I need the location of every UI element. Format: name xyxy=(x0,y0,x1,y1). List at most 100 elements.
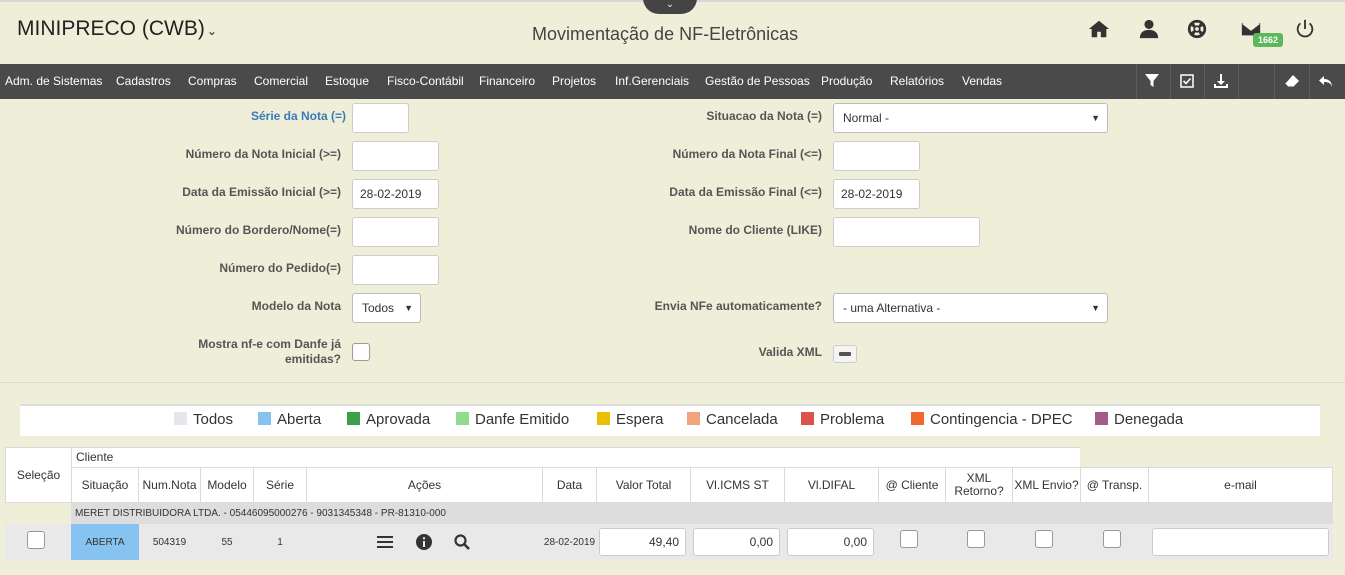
power-icon[interactable] xyxy=(1294,18,1316,40)
legend-swatch xyxy=(347,412,360,425)
legend-espera[interactable]: Espera xyxy=(597,411,664,428)
data-final-input[interactable]: 28-02-2019 xyxy=(833,179,920,209)
legend-todos[interactable]: Todos xyxy=(174,411,233,428)
row-icms-st-input[interactable]: 0,00 xyxy=(693,528,780,556)
row-email-input[interactable] xyxy=(1152,528,1329,556)
modelo-select[interactable]: Todos ▼ xyxy=(352,293,421,323)
row-num-nota: 504319 xyxy=(152,536,187,548)
download-icon[interactable] xyxy=(1213,73,1229,89)
pedido-label: Número do Pedido(=) xyxy=(219,261,341,275)
numero-final-input[interactable] xyxy=(833,141,920,171)
legend-swatch xyxy=(597,412,610,425)
numero-final-label: Número da Nota Final (<=) xyxy=(672,147,822,161)
menu-financeiro[interactable]: Financeiro xyxy=(479,64,535,99)
bordero-label: Número do Bordero/Nome(=) xyxy=(175,223,341,237)
menu-list-icon[interactable] xyxy=(376,533,394,551)
row-serie: 1 xyxy=(277,536,283,548)
menu-producao[interactable]: Produção xyxy=(821,64,872,99)
bordero-input[interactable] xyxy=(352,217,439,247)
row-xml-retorno-checkbox[interactable] xyxy=(967,530,985,548)
menu-vendas[interactable]: Vendas xyxy=(962,64,1002,99)
check-square-icon[interactable] xyxy=(1179,73,1195,89)
envia-select[interactable]: - uma Alternativa - ▼ xyxy=(833,293,1108,323)
collapse-header-toggle[interactable]: ⌄ xyxy=(643,0,697,14)
dropdown-arrow-icon: ▼ xyxy=(1091,303,1100,313)
data-inicial-label: Data da Emissão Inicial (>=) xyxy=(182,185,341,199)
situacao-select[interactable]: Normal - ▼ xyxy=(833,103,1108,133)
row-modelo: 55 xyxy=(221,536,233,548)
col-icms-st: Vl.ICMS ST xyxy=(690,467,785,503)
menu-projetos[interactable]: Projetos xyxy=(552,64,596,99)
divider xyxy=(1170,64,1171,99)
col-serie: Série xyxy=(253,467,307,503)
numero-inicial-input[interactable] xyxy=(352,141,439,171)
legend-cancelada[interactable]: Cancelada xyxy=(687,411,778,428)
search-icon[interactable] xyxy=(453,533,471,551)
chevron-down-icon: ⌄ xyxy=(665,0,675,10)
modelo-label: Modelo da Nota xyxy=(251,299,341,313)
menu-estoque[interactable]: Estoque xyxy=(325,64,369,99)
menu-comercial[interactable]: Comercial xyxy=(254,64,308,99)
serie-input[interactable] xyxy=(352,103,409,133)
col-xml-envio: XML Envio? xyxy=(1012,467,1081,503)
row-valor-total-input[interactable]: 49,40 xyxy=(599,528,686,556)
legend-danfe-emitido[interactable]: Danfe Emitido xyxy=(456,411,569,428)
legend-problema[interactable]: Problema xyxy=(801,411,884,428)
row-email-cliente-checkbox[interactable] xyxy=(900,530,918,548)
legend-swatch xyxy=(911,412,924,425)
valida-toggle[interactable] xyxy=(833,345,857,363)
row-xml-envio-checkbox[interactable] xyxy=(1035,530,1053,548)
menu-compras[interactable]: Compras xyxy=(188,64,237,99)
home-icon[interactable] xyxy=(1088,18,1110,40)
legend-swatch xyxy=(687,412,700,425)
dropdown-arrow-icon: ▼ xyxy=(404,303,413,313)
row-difal-input[interactable]: 0,00 xyxy=(787,528,874,556)
toggle-icon xyxy=(839,352,851,356)
company-name: MINIPRECO (CWB) xyxy=(17,17,205,40)
divider xyxy=(0,382,1345,383)
menu-relatorios[interactable]: Relatórios xyxy=(890,64,944,99)
col-valor-total: Valor Total xyxy=(596,467,691,503)
legend-denegada[interactable]: Denegada xyxy=(1095,411,1183,428)
legend-aberta[interactable]: Aberta xyxy=(258,411,321,428)
col-selecao: Seleção xyxy=(5,447,72,503)
filter-icon[interactable] xyxy=(1144,73,1160,89)
user-icon[interactable] xyxy=(1138,18,1160,40)
numero-inicial-label: Número da Nota Inicial (>=) xyxy=(185,147,341,161)
divider xyxy=(1204,64,1205,99)
divider xyxy=(1274,64,1275,99)
legend-aprovada[interactable]: Aprovada xyxy=(347,411,430,428)
legend-label: Aberta xyxy=(277,411,322,428)
row-select-checkbox[interactable] xyxy=(27,531,45,549)
danfe-checkbox[interactable] xyxy=(352,343,370,361)
menu-cadastros[interactable]: Cadastros xyxy=(116,64,171,99)
menu-gestao-pessoas[interactable]: Gestão de Pessoas xyxy=(705,64,810,99)
info-icon[interactable] xyxy=(415,533,433,551)
danfe-label: Mostra nf-e com Danfe já emitidas? xyxy=(198,337,341,366)
menu-inf-gerenciais[interactable]: Inf.Gerenciais xyxy=(615,64,689,99)
valida-label: Valida XML xyxy=(758,345,822,359)
legend-swatch xyxy=(801,412,814,425)
back-arrow-icon[interactable] xyxy=(1318,73,1334,89)
support-lifebuoy-icon[interactable] xyxy=(1186,18,1208,40)
cliente-input[interactable] xyxy=(833,217,980,247)
col-acoes: Ações xyxy=(306,467,543,503)
menu-fisco-contabil[interactable]: Fisco-Contábil xyxy=(387,64,464,99)
data-final-label: Data da Emissão Final (<=) xyxy=(669,185,822,199)
legend-label: Aprovada xyxy=(366,411,431,428)
eraser-icon[interactable] xyxy=(1284,73,1300,89)
pedido-input[interactable] xyxy=(352,255,439,285)
col-email-cliente: @ Cliente xyxy=(878,467,946,503)
legend-contingencia[interactable]: Contingencia - DPEC xyxy=(911,411,1073,428)
row-email-transp-checkbox[interactable] xyxy=(1103,530,1121,548)
menu-adm-sistemas[interactable]: Adm. de Sistemas xyxy=(5,64,102,99)
legend-label: Todos xyxy=(193,411,234,428)
legend-label: Contingencia - DPEC xyxy=(930,411,1073,428)
client-group-row: MERET DISTRIBUIDORA LTDA. - 054460950002… xyxy=(71,503,1333,524)
data-inicial-input[interactable]: 28-02-2019 xyxy=(352,179,439,209)
legend-swatch xyxy=(1095,412,1108,425)
col-email-transp: @ Transp. xyxy=(1080,467,1149,503)
company-selector[interactable]: MINIPRECO (CWB) ⌄ xyxy=(17,17,217,41)
cliente-label: Nome do Cliente (LIKE) xyxy=(688,223,822,237)
situacao-label: Situacao da Nota (=) xyxy=(706,109,822,123)
